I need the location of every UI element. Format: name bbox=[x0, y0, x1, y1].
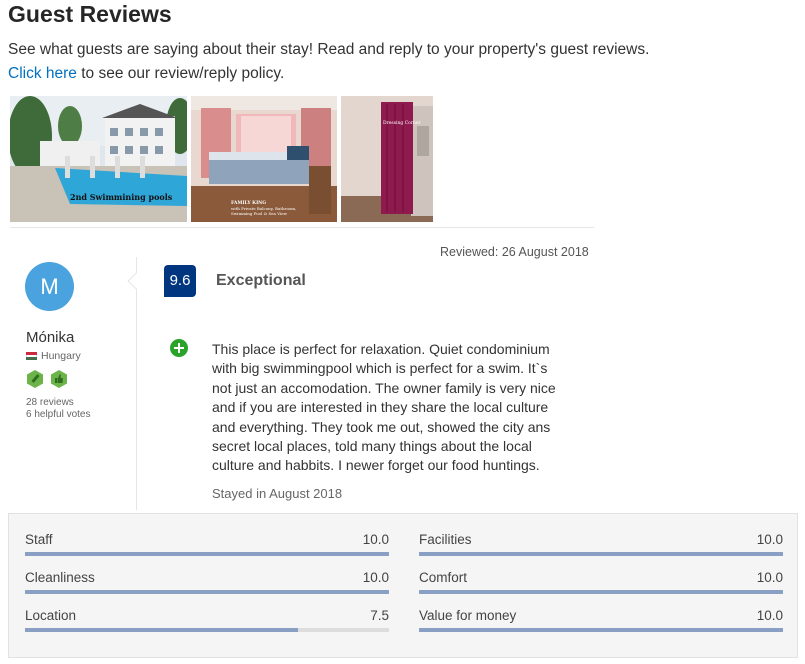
score-row-cleanliness: Cleanliness 10.0 bbox=[25, 570, 389, 594]
score-value: 10.0 bbox=[362, 570, 389, 585]
review-score-badge: 9.6 bbox=[164, 265, 196, 297]
score-bar bbox=[419, 552, 783, 556]
score-label: Location bbox=[25, 608, 77, 623]
reviewer-name: Mónika bbox=[26, 329, 75, 346]
reviewer-country: Hungary bbox=[26, 350, 81, 362]
reviews-count: 28 reviews bbox=[26, 397, 74, 408]
score-bar-fill bbox=[419, 552, 783, 556]
score-value: 10.0 bbox=[362, 532, 389, 547]
score-bar bbox=[25, 628, 389, 632]
intro-text: See what guests are saying about their s… bbox=[8, 38, 649, 86]
policy-link-suffix: to see our review/reply policy. bbox=[76, 65, 285, 82]
pencil-badge-icon bbox=[27, 370, 43, 388]
score-label: Cleanliness bbox=[25, 570, 95, 585]
score-label: Staff bbox=[25, 532, 53, 547]
score-bar-fill bbox=[25, 628, 298, 632]
score-bar bbox=[419, 628, 783, 632]
score-row-value-for-money: Value for money 10.0 bbox=[419, 608, 783, 632]
category-scores-panel: Staff 10.0 Facilities 10.0 Cleanliness 1… bbox=[8, 513, 798, 658]
score-bar-fill bbox=[25, 552, 389, 556]
review-divider-pointer bbox=[127, 272, 145, 290]
score-value: 10.0 bbox=[756, 570, 783, 585]
photo-3-caption: Dressing Corner bbox=[383, 120, 422, 126]
photo-2-caption-3: Swimming Pool & Sea View bbox=[231, 211, 288, 216]
score-row-facilities: Facilities 10.0 bbox=[419, 532, 783, 556]
score-bar bbox=[419, 590, 783, 594]
score-bar bbox=[25, 552, 389, 556]
score-value: 10.0 bbox=[756, 532, 783, 547]
helpful-votes: 6 helpful votes bbox=[26, 409, 91, 420]
reviewer-stats: 28 reviews 6 helpful votes bbox=[26, 397, 91, 421]
score-row-staff: Staff 10.0 bbox=[25, 532, 389, 556]
country-name: Hungary bbox=[41, 350, 81, 362]
review-text: This place is perfect for relaxation. Qu… bbox=[212, 341, 556, 474]
positive-plus-icon bbox=[170, 339, 188, 357]
score-value: 10.0 bbox=[756, 608, 783, 623]
stay-date: Stayed in August 2018 bbox=[212, 486, 343, 501]
review-score-word: Exceptional bbox=[216, 272, 306, 289]
photo-swimming-pool[interactable]: 2nd Swimmining pools bbox=[10, 96, 187, 222]
reviewer-badges bbox=[26, 370, 74, 388]
intro-description: See what guests are saying about their s… bbox=[8, 41, 650, 58]
score-label: Facilities bbox=[419, 532, 472, 547]
score-bar-fill bbox=[25, 590, 389, 594]
photos-divider bbox=[10, 227, 594, 228]
score-bar-fill bbox=[419, 628, 783, 632]
review-policy-link[interactable]: Click here bbox=[8, 65, 77, 82]
property-photos: 2nd Swimmining pools FAMILY KING with Pr… bbox=[10, 96, 433, 222]
score-bar-fill bbox=[419, 590, 783, 594]
review-divider bbox=[136, 257, 137, 510]
score-label: Value for money bbox=[419, 608, 517, 623]
hungary-flag-icon bbox=[26, 352, 37, 361]
photo-family-king[interactable]: FAMILY KING with Private Balcony, Bathro… bbox=[191, 96, 337, 222]
score-label: Comfort bbox=[419, 570, 468, 585]
page-title: Guest Reviews bbox=[8, 1, 172, 27]
photo-1-caption: 2nd Swimmining pools bbox=[70, 192, 173, 202]
score-row-location: Location 7.5 bbox=[25, 608, 389, 632]
score-value: 7.5 bbox=[370, 608, 389, 623]
score-row-comfort: Comfort 10.0 bbox=[419, 570, 783, 594]
score-bar bbox=[25, 590, 389, 594]
thumbs-up-badge-icon bbox=[51, 370, 67, 388]
avatar: M bbox=[25, 262, 74, 311]
reviewed-date: Reviewed: 26 August 2018 bbox=[440, 245, 589, 259]
photo-dressing-corner[interactable]: Dressing Corner bbox=[341, 96, 433, 222]
